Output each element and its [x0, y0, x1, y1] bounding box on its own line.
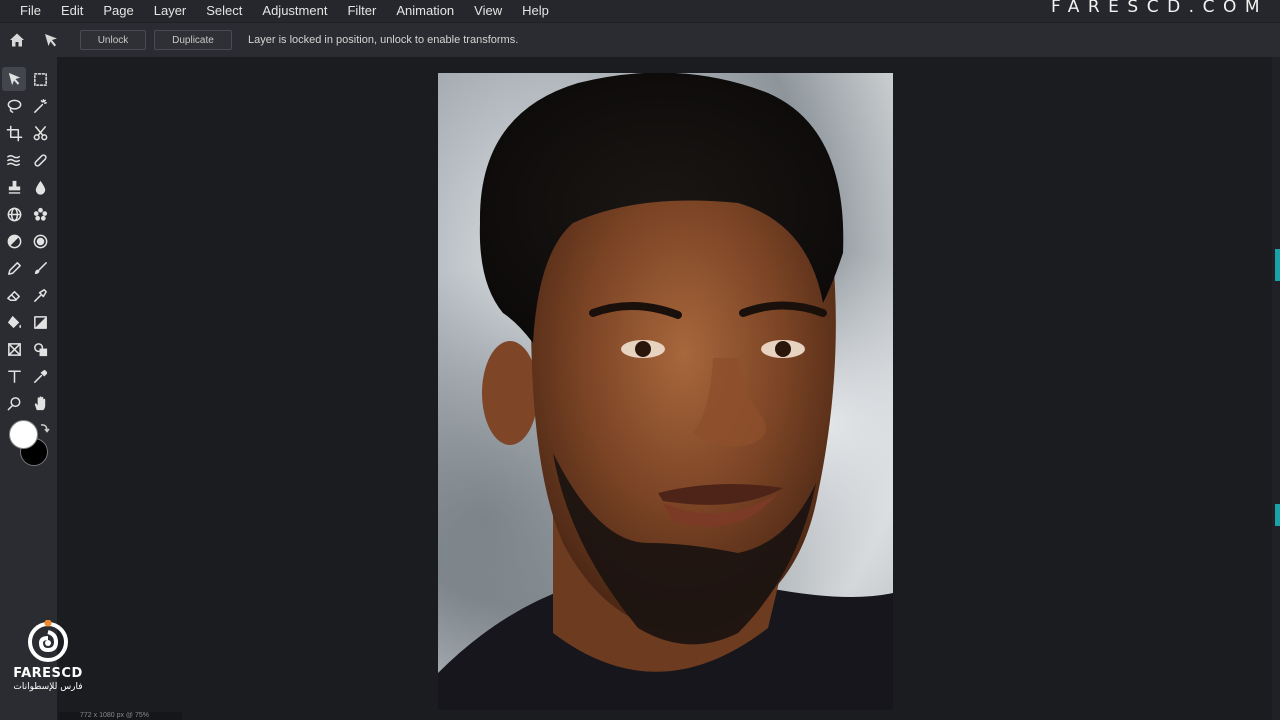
globe-icon[interactable]: [2, 202, 26, 226]
panel-strip: [1272, 57, 1280, 720]
menu-edit[interactable]: Edit: [51, 0, 93, 22]
stamp-icon[interactable]: [2, 175, 26, 199]
spray-icon[interactable]: [28, 283, 52, 307]
healing-icon[interactable]: [28, 148, 52, 172]
menu-select[interactable]: Select: [196, 0, 252, 22]
unlock-button[interactable]: Unlock: [80, 30, 146, 50]
brush-icon[interactable]: [28, 256, 52, 280]
text-icon[interactable]: [2, 364, 26, 388]
hand-icon[interactable]: [28, 391, 52, 415]
liquify-icon[interactable]: [2, 148, 26, 172]
menu-view[interactable]: View: [464, 0, 512, 22]
gradient-icon[interactable]: [28, 310, 52, 334]
options-bar: Unlock Duplicate Layer is locked in posi…: [0, 22, 1280, 57]
foreground-color-swatch[interactable]: [9, 420, 38, 449]
logo-name: FARESCD: [13, 666, 83, 681]
menu-layer[interactable]: Layer: [144, 0, 197, 22]
channel-logo: FARESCD فارس للإسطوانات: [8, 618, 90, 698]
menu-page[interactable]: Page: [93, 0, 143, 22]
menu-filter[interactable]: Filter: [337, 0, 386, 22]
logo-subtitle: فارس للإسطوانات: [13, 682, 83, 692]
brand-watermark: FARESCD.COM: [1051, 0, 1268, 17]
document-canvas[interactable]: [438, 73, 893, 710]
menu-bar: File Edit Page Layer Select Adjustment F…: [0, 0, 1280, 22]
edge-handle-bottom[interactable]: [1275, 504, 1280, 526]
menu-help[interactable]: Help: [512, 0, 559, 22]
menu-file[interactable]: File: [0, 0, 51, 22]
layer-locked-message: Layer is locked in position, unlock to e…: [248, 34, 519, 46]
menu-animation[interactable]: Animation: [386, 0, 464, 22]
dodge-icon[interactable]: [2, 229, 26, 253]
blur-drop-icon[interactable]: [28, 175, 52, 199]
pencil-icon[interactable]: [2, 256, 26, 280]
eyedropper-icon[interactable]: [28, 364, 52, 388]
flower-icon[interactable]: [28, 202, 52, 226]
marquee-icon[interactable]: [28, 67, 52, 91]
status-bar: 772 x 1080 px @ 75%: [58, 712, 182, 720]
menu-adjustment[interactable]: Adjustment: [252, 0, 337, 22]
eraser-icon[interactable]: [2, 283, 26, 307]
logo-mark-icon: [28, 620, 68, 662]
duplicate-button[interactable]: Duplicate: [154, 30, 232, 50]
portrait-photo: [438, 73, 893, 710]
lasso-icon[interactable]: [2, 94, 26, 118]
move-icon[interactable]: [2, 67, 26, 91]
edge-handle-top[interactable]: [1275, 249, 1280, 281]
fill-bucket-icon[interactable]: [2, 310, 26, 334]
crop-icon[interactable]: [2, 121, 26, 145]
home-icon[interactable]: [8, 31, 26, 49]
magic-wand-icon[interactable]: [28, 94, 52, 118]
swap-colors-icon[interactable]: [38, 421, 50, 433]
cut-icon[interactable]: [28, 121, 52, 145]
transform-icon[interactable]: [2, 337, 26, 361]
sponge-icon[interactable]: [28, 229, 52, 253]
shape-icon[interactable]: [28, 337, 52, 361]
move-tool-icon: [42, 31, 60, 49]
zoom-icon[interactable]: [2, 391, 26, 415]
